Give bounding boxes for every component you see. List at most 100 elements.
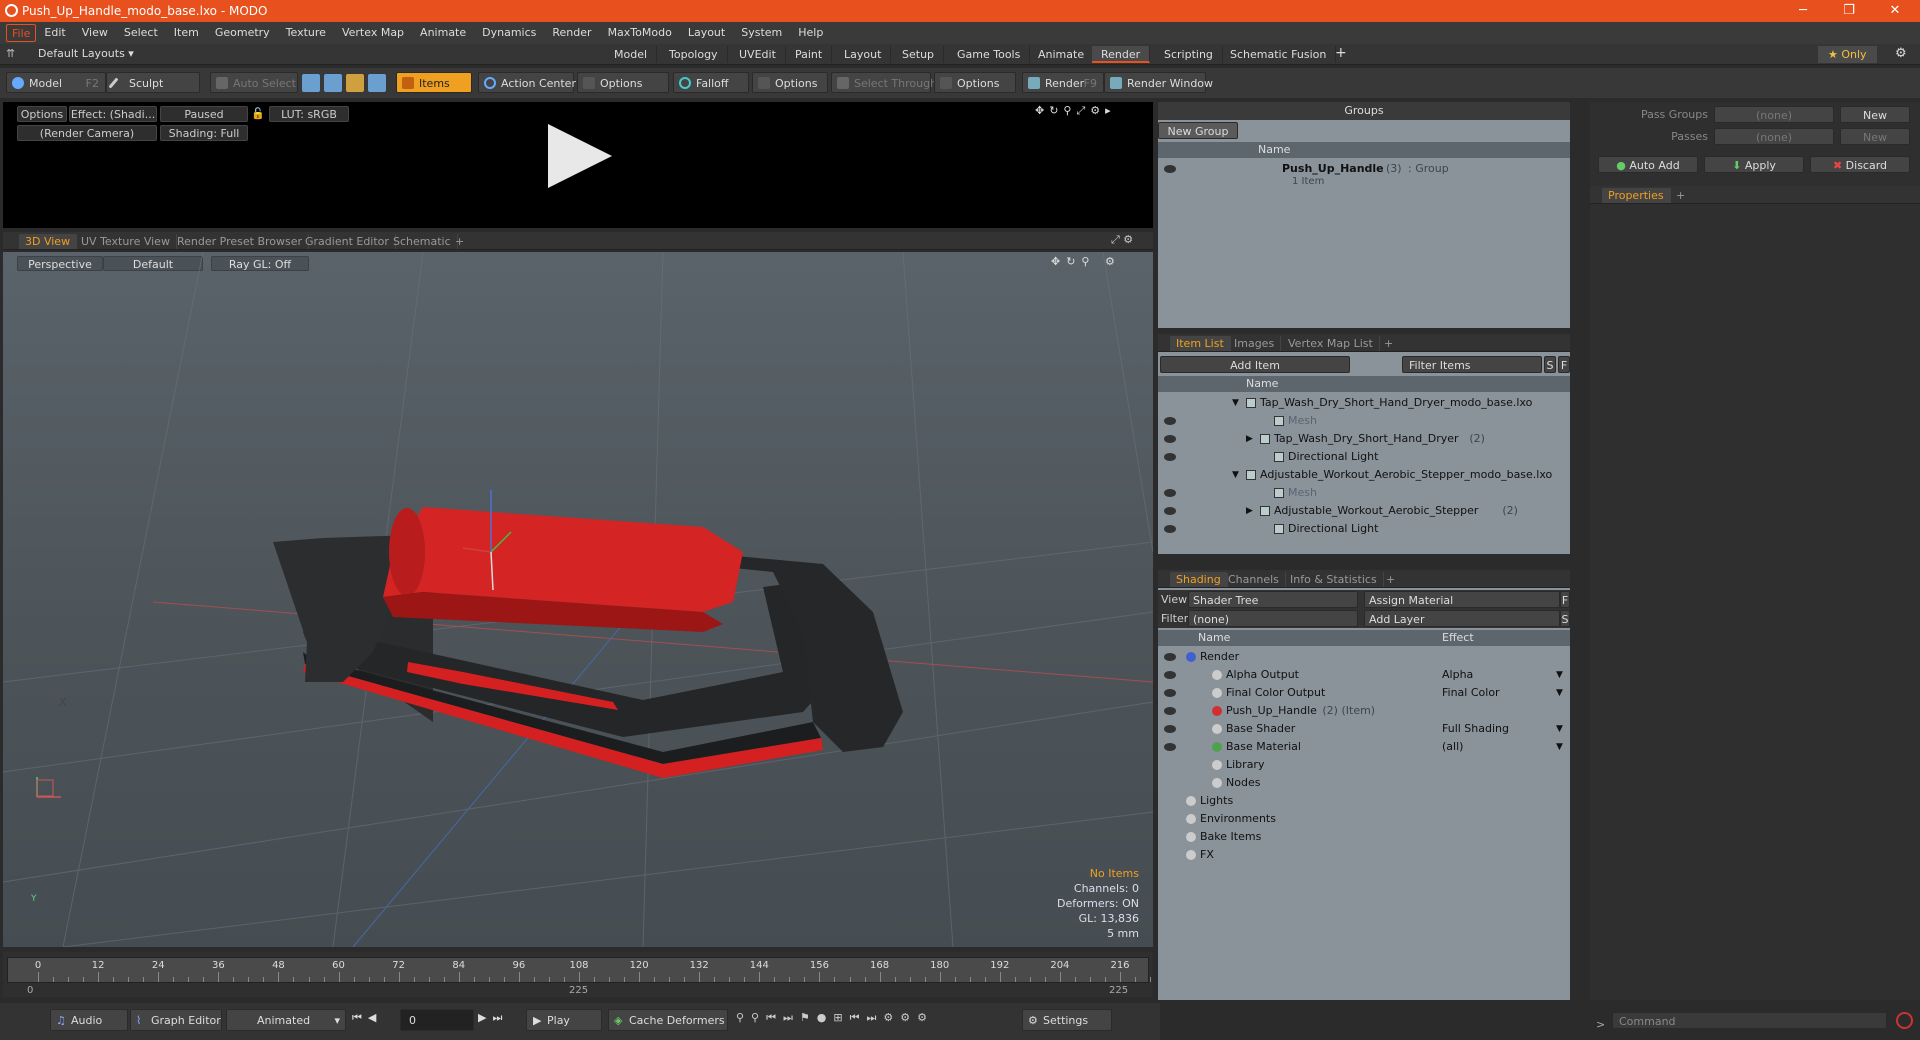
expand-arrow-icon[interactable]: ▶ bbox=[1246, 502, 1253, 520]
shader-tree-row[interactable]: Nodes bbox=[1158, 774, 1570, 792]
add-shading-tab-button[interactable]: + bbox=[1380, 572, 1401, 587]
tab-vertex-map-list[interactable]: Vertex Map List bbox=[1282, 336, 1380, 351]
frame-input[interactable]: 0 bbox=[400, 1009, 474, 1031]
lut-dropdown[interactable]: LUT: sRGB bbox=[269, 106, 349, 122]
lock-icon[interactable]: 🔓 bbox=[251, 107, 265, 120]
menu-select[interactable]: Select bbox=[116, 24, 166, 42]
menu-maxtomodo[interactable]: MaxToModo bbox=[600, 24, 680, 42]
render-button[interactable]: Render F9 bbox=[1022, 72, 1104, 93]
menu-vertex-map[interactable]: Vertex Map bbox=[334, 24, 412, 42]
render-camera-dropdown[interactable]: (Render Camera) bbox=[17, 125, 157, 141]
menu-file[interactable]: File bbox=[6, 24, 37, 42]
tab-uvedit[interactable]: UVEdit bbox=[730, 46, 786, 63]
shader-tree-dropdown[interactable]: Shader Tree bbox=[1188, 591, 1358, 608]
tab-info-statistics[interactable]: Info & Statistics bbox=[1284, 572, 1384, 587]
new-pass-button[interactable]: New bbox=[1840, 128, 1910, 145]
paused-button[interactable]: Paused bbox=[160, 106, 248, 122]
minimize-button[interactable]: ─ bbox=[1780, 0, 1826, 22]
shader-tree-row[interactable]: Alpha Output Alpha ▼ bbox=[1158, 666, 1570, 684]
tab-schematic[interactable]: Schematic bbox=[387, 234, 458, 249]
expand-arrow-icon[interactable]: ▶ bbox=[1246, 430, 1253, 448]
frame-step-back-icons[interactable]: ⏮◀ bbox=[352, 1011, 382, 1025]
shader-tree-row[interactable]: FX bbox=[1158, 846, 1570, 864]
tab-render-preset-browser[interactable]: Render Preset Browser bbox=[171, 234, 310, 249]
assign-material-dropdown[interactable]: Assign Material bbox=[1364, 591, 1560, 608]
close-button[interactable]: ✕ bbox=[1872, 0, 1918, 22]
menu-item[interactable]: Item bbox=[166, 24, 207, 42]
tab-shading[interactable]: Shading bbox=[1170, 572, 1228, 587]
pass-groups-dropdown[interactable]: (none) bbox=[1714, 106, 1834, 123]
tab-channels[interactable]: Channels bbox=[1222, 572, 1286, 587]
select-through-button[interactable]: Select Through bbox=[831, 72, 937, 93]
tab-properties[interactable]: Properties bbox=[1602, 188, 1671, 203]
item-list-row[interactable]: ▶ Adjustable_Workout_Aerobic_Stepper (2) bbox=[1158, 502, 1570, 520]
tab-images[interactable]: Images bbox=[1228, 336, 1282, 351]
new-group-button[interactable]: New Group bbox=[1158, 122, 1238, 139]
shader-effect[interactable]: Alpha bbox=[1442, 666, 1473, 684]
shader-effect[interactable]: Full Shading bbox=[1442, 720, 1509, 738]
menu-layout[interactable]: Layout bbox=[680, 24, 733, 42]
new-pass-group-button[interactable]: New bbox=[1840, 106, 1910, 123]
shading-filter-dropdown[interactable]: (none) bbox=[1188, 610, 1358, 627]
cache-deformers-button[interactable]: ◈ Cache Deformers bbox=[608, 1009, 728, 1031]
animated-dropdown[interactable]: Animated ▾ bbox=[226, 1009, 346, 1031]
tab-game-tools[interactable]: Game Tools bbox=[948, 46, 1031, 63]
select-options-button[interactable]: Options bbox=[934, 72, 1016, 93]
view-expand-icon[interactable]: ⤢ ⚙ bbox=[1111, 233, 1133, 247]
layout-gear-icon[interactable]: ⚙ bbox=[1895, 46, 1907, 61]
tab-layout[interactable]: Layout bbox=[835, 46, 892, 63]
tab-animate[interactable]: Animate bbox=[1029, 46, 1095, 63]
visibility-eye-icon[interactable] bbox=[1164, 453, 1176, 461]
menu-render[interactable]: Render bbox=[544, 24, 599, 42]
tab-topology[interactable]: Topology bbox=[660, 46, 728, 63]
visibility-eye-icon[interactable] bbox=[1164, 653, 1176, 661]
shader-tree-row[interactable]: Environments bbox=[1158, 810, 1570, 828]
menu-geometry[interactable]: Geometry bbox=[207, 24, 278, 42]
expand-arrow-icon[interactable]: ▼ bbox=[1232, 466, 1239, 484]
falloff-options-button[interactable]: Options bbox=[752, 72, 828, 93]
visibility-eye-icon[interactable] bbox=[1164, 525, 1176, 533]
action-center-options-button[interactable]: Options bbox=[577, 72, 669, 93]
command-input[interactable]: Command bbox=[1612, 1012, 1887, 1029]
add-layer-dropdown[interactable]: Add Layer bbox=[1364, 610, 1560, 627]
tab-paint[interactable]: Paint bbox=[786, 46, 833, 63]
tab-setup[interactable]: Setup bbox=[893, 46, 945, 63]
3d-viewport[interactable]: Perspective Default Ray GL: Off ✥↻⚲ ⚙ X … bbox=[3, 252, 1153, 947]
collapse-icon[interactable]: ⇈ bbox=[6, 47, 15, 60]
visibility-eye-icon[interactable] bbox=[1164, 725, 1176, 733]
push-up-handle-model[interactable] bbox=[273, 507, 903, 778]
tab-item-list[interactable]: Item List bbox=[1170, 336, 1231, 351]
visibility-eye-icon[interactable] bbox=[1164, 507, 1176, 515]
falloff-button[interactable]: Falloff bbox=[673, 72, 749, 93]
add-view-tab-button[interactable]: + bbox=[449, 234, 470, 249]
visibility-eye-icon[interactable] bbox=[1164, 417, 1176, 425]
visibility-eye-icon[interactable] bbox=[1164, 689, 1176, 697]
sculpt-mode-button[interactable]: Sculpt bbox=[106, 72, 200, 93]
timeline[interactable]: 0 12 24 36 48 60 72 84 96 108 120 132 144 156 168 180 19… bbox=[3, 952, 1167, 997]
play-button[interactable]: ▶ Play bbox=[526, 1009, 602, 1031]
chevron-down-icon[interactable]: ▼ bbox=[1556, 684, 1563, 702]
item-list-f-button[interactable]: F bbox=[1558, 356, 1570, 373]
polygon-mode-icon[interactable] bbox=[346, 74, 364, 92]
key-tools-icons[interactable]: ⚲⚲⏮⏭⚑●⊞⏮⏭⚙⚙⚙ bbox=[736, 1011, 934, 1025]
tab-schematic-fusion[interactable]: Schematic Fusion bbox=[1221, 46, 1337, 63]
filter-items-input[interactable]: Filter Items bbox=[1402, 356, 1542, 373]
shader-effect[interactable]: Final Color bbox=[1442, 684, 1500, 702]
menu-help[interactable]: Help bbox=[790, 24, 831, 42]
visibility-eye-icon[interactable] bbox=[1164, 489, 1176, 497]
edge-mode-icon[interactable] bbox=[324, 74, 342, 92]
item-list-row[interactable]: Mesh bbox=[1158, 412, 1570, 430]
shader-tree-row[interactable]: Bake Items bbox=[1158, 828, 1570, 846]
item-list-row[interactable]: ▼ Tap_Wash_Dry_Short_Hand_Dryer_modo_base… bbox=[1158, 394, 1570, 412]
add-layout-button[interactable]: + bbox=[1335, 45, 1347, 61]
tab-uv-texture-view[interactable]: UV Texture View bbox=[75, 234, 177, 249]
menu-view[interactable]: View bbox=[74, 24, 116, 42]
audio-button[interactable]: ♫ Audio bbox=[50, 1009, 128, 1031]
expand-arrow-icon[interactable]: ▼ bbox=[1232, 394, 1239, 412]
menu-edit[interactable]: Edit bbox=[36, 24, 73, 42]
material-mode-icon[interactable] bbox=[368, 74, 386, 92]
chevron-down-icon[interactable]: ▼ bbox=[1556, 720, 1563, 738]
preview-nav-icons[interactable]: ✥↻⚲⤢⚙▸ bbox=[1035, 104, 1116, 118]
timeline-ruler[interactable]: 0 12 24 36 48 60 72 84 96 108 120 132 144 156 168 180 19… bbox=[7, 957, 1167, 983]
items-mode-button[interactable]: Items bbox=[396, 72, 472, 93]
